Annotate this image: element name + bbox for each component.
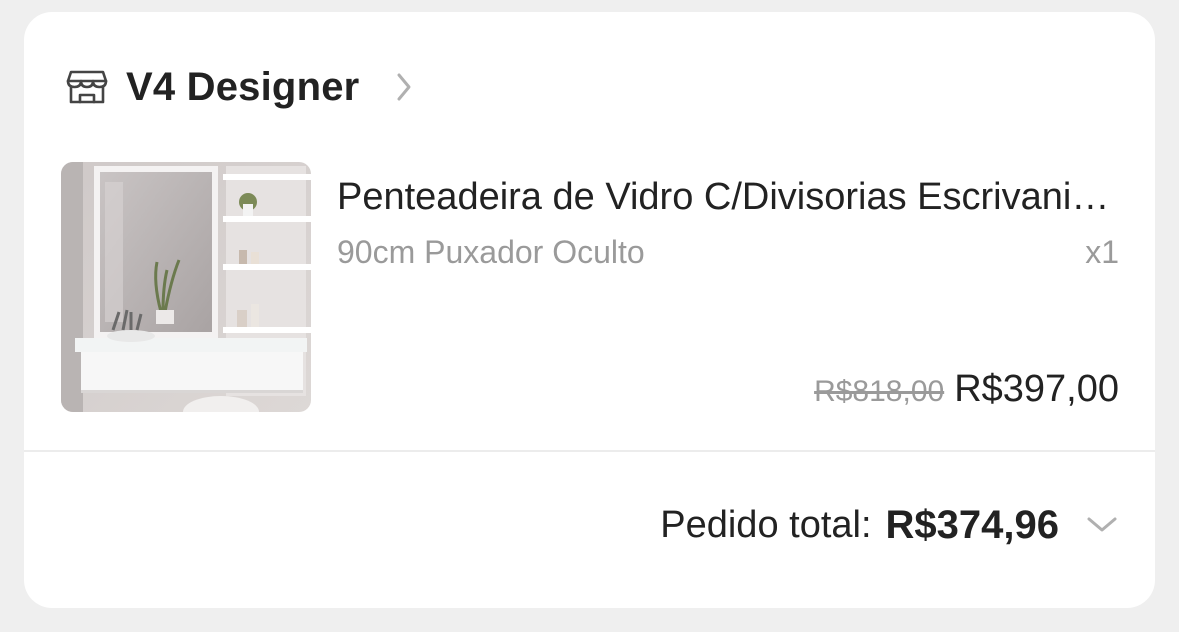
- current-price: R$397,00: [954, 368, 1119, 410]
- chevron-down-icon[interactable]: [1085, 513, 1119, 537]
- total-value: R$374,96: [885, 502, 1059, 547]
- product-quantity: x1: [1085, 234, 1119, 270]
- product-variant: 90cm Puxador Oculto: [337, 234, 645, 270]
- storefront-icon: [66, 67, 108, 107]
- chevron-right-icon: [395, 69, 415, 105]
- product-item[interactable]: Penteadeira de Vidro C/Divisorias Escriv…: [61, 162, 1121, 414]
- product-image: [61, 162, 311, 412]
- order-total-row[interactable]: Pedido total: R$374,96: [660, 500, 1119, 550]
- divider: [24, 450, 1155, 452]
- original-price: R$818,00: [814, 375, 945, 408]
- shop-name: V4 Designer: [126, 64, 360, 109]
- order-card: V4 Designer Penteadeira de Vidro C/Divis…: [24, 12, 1155, 608]
- shop-header[interactable]: V4 Designer: [66, 64, 415, 110]
- total-label: Pedido total:: [660, 503, 872, 546]
- product-title: Penteadeira de Vidro C/Divisorias Escriv…: [337, 176, 1115, 218]
- price-group: R$818,00 R$397,00: [814, 368, 1119, 411]
